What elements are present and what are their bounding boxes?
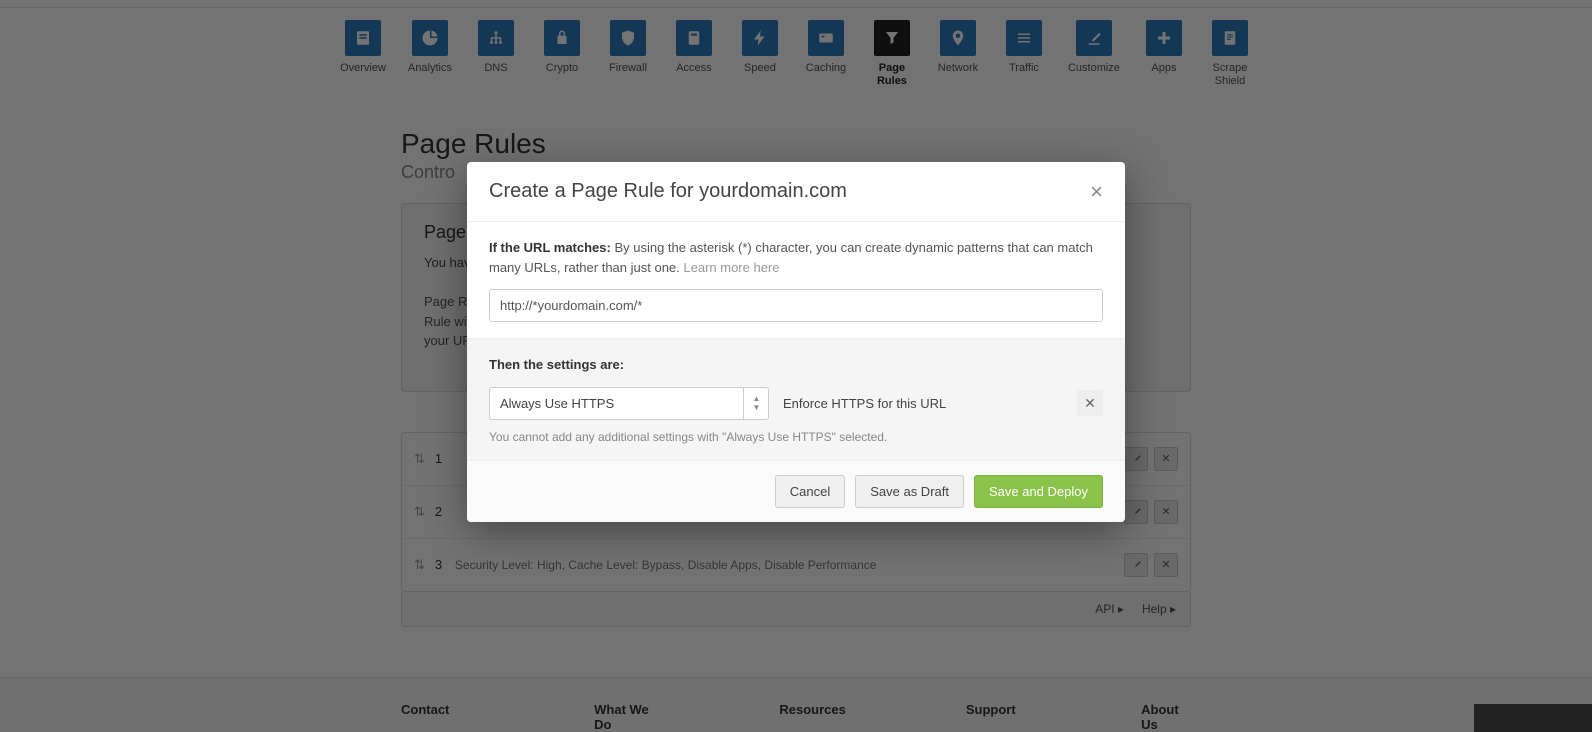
- create-page-rule-modal: Create a Page Rule for yourdomain.com × …: [467, 162, 1125, 522]
- url-pattern-input[interactable]: [489, 289, 1103, 322]
- modal-overlay: Create a Page Rule for yourdomain.com × …: [0, 0, 1592, 732]
- remove-setting-button[interactable]: ✕: [1077, 390, 1103, 416]
- settings-label: Then the settings are:: [489, 357, 624, 372]
- setting-description: Enforce HTTPS for this URL: [783, 396, 1063, 411]
- cancel-button[interactable]: Cancel: [775, 475, 845, 508]
- select-stepper-icon[interactable]: ▲▼: [743, 387, 769, 420]
- learn-more-link[interactable]: Learn more here: [683, 260, 779, 275]
- setting-select[interactable]: [489, 387, 769, 420]
- url-match-description: If the URL matches: By using the asteris…: [489, 238, 1103, 277]
- url-match-label: If the URL matches:: [489, 240, 611, 255]
- settings-hint: You cannot add any additional settings w…: [489, 430, 1103, 444]
- save-draft-button[interactable]: Save as Draft: [855, 475, 964, 508]
- bottom-right-widget[interactable]: [1474, 704, 1592, 732]
- modal-title: Create a Page Rule for yourdomain.com: [489, 180, 847, 203]
- save-deploy-button[interactable]: Save and Deploy: [974, 475, 1103, 508]
- close-icon[interactable]: ×: [1090, 181, 1103, 203]
